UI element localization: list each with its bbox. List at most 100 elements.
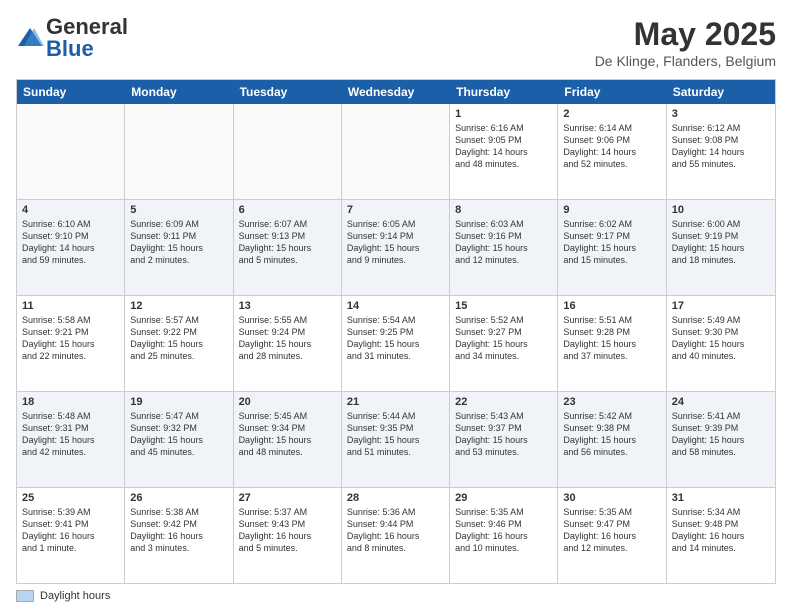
day-number: 26 — [130, 492, 227, 504]
day-cell-8: 8 Sunrise: 6:03 AM Sunset: 9:16 PM Daylig… — [450, 200, 558, 295]
day-info: Sunrise: 5:45 AM Sunset: 9:34 PM Dayligh… — [239, 410, 336, 459]
weekday-header-monday: Monday — [125, 80, 233, 104]
day-info: Sunrise: 6:10 AM Sunset: 9:10 PM Dayligh… — [22, 218, 119, 267]
day-number: 10 — [672, 204, 770, 216]
day-cell-3: 3Sunrise: 6:12 AM Sunset: 9:08 PM Daylig… — [667, 104, 775, 199]
day-cell-15: 15 Sunrise: 5:52 AM Sunset: 9:27 PM Dayli… — [450, 296, 558, 391]
day-info: Sunrise: 5:44 AM Sunset: 9:35 PM Dayligh… — [347, 410, 444, 459]
day-cell-10: 10 Sunrise: 6:00 AM Sunset: 9:19 PM Dayli… — [667, 200, 775, 295]
day-number: 18 — [22, 396, 119, 408]
day-number: 4 — [22, 204, 119, 216]
page: General Blue May 2025 De Klinge, Flander… — [0, 0, 792, 612]
day-number: 19 — [130, 396, 227, 408]
day-info: Sunrise: 5:35 AM Sunset: 9:47 PM Dayligh… — [563, 506, 660, 555]
weekday-header-friday: Friday — [558, 80, 666, 104]
day-info: Sunrise: 5:57 AM Sunset: 9:22 PM Dayligh… — [130, 314, 227, 363]
day-info: Sunrise: 5:55 AM Sunset: 9:24 PM Dayligh… — [239, 314, 336, 363]
day-cell-4: 4 Sunrise: 6:10 AM Sunset: 9:10 PM Daylig… — [17, 200, 125, 295]
day-cell-13: 13 Sunrise: 5:55 AM Sunset: 9:24 PM Dayli… — [234, 296, 342, 391]
day-number: 11 — [22, 300, 119, 312]
day-info: Sunrise: 5:48 AM Sunset: 9:31 PM Dayligh… — [22, 410, 119, 459]
header: General Blue May 2025 De Klinge, Flander… — [16, 16, 776, 69]
calendar-row-2: 4 Sunrise: 6:10 AM Sunset: 9:10 PM Daylig… — [17, 200, 775, 296]
day-number: 30 — [563, 492, 660, 504]
day-info: Sunrise: 6:07 AM Sunset: 9:13 PM Dayligh… — [239, 218, 336, 267]
day-number: 15 — [455, 300, 552, 312]
empty-cell — [234, 104, 342, 199]
day-number: 13 — [239, 300, 336, 312]
weekday-header-sunday: Sunday — [17, 80, 125, 104]
title-block: May 2025 De Klinge, Flanders, Belgium — [595, 16, 776, 69]
day-number: 25 — [22, 492, 119, 504]
day-cell-7: 7 Sunrise: 6:05 AM Sunset: 9:14 PM Daylig… — [342, 200, 450, 295]
day-cell-18: 18 Sunrise: 5:48 AM Sunset: 9:31 PM Dayli… — [17, 392, 125, 487]
legend: Daylight hours — [16, 590, 776, 602]
day-info: Sunrise: 6:16 AM Sunset: 9:05 PM Dayligh… — [455, 122, 552, 171]
day-cell-9: 9 Sunrise: 6:02 AM Sunset: 9:17 PM Daylig… — [558, 200, 666, 295]
legend-label: Daylight hours — [40, 590, 110, 602]
day-info: Sunrise: 5:36 AM Sunset: 9:44 PM Dayligh… — [347, 506, 444, 555]
day-number: 2 — [563, 108, 660, 120]
day-cell-29: 29Sunrise: 5:35 AM Sunset: 9:46 PM Dayli… — [450, 488, 558, 583]
day-cell-23: 23 Sunrise: 5:42 AM Sunset: 9:38 PM Dayli… — [558, 392, 666, 487]
day-cell-22: 22Sunrise: 5:43 AM Sunset: 9:37 PM Dayli… — [450, 392, 558, 487]
day-info: Sunrise: 5:58 AM Sunset: 9:21 PM Dayligh… — [22, 314, 119, 363]
calendar: SundayMondayTuesdayWednesdayThursdayFrid… — [16, 79, 776, 584]
day-cell-2: 2 Sunrise: 6:14 AM Sunset: 9:06 PM Daylig… — [558, 104, 666, 199]
calendar-row-3: 11 Sunrise: 5:58 AM Sunset: 9:21 PM Dayli… — [17, 296, 775, 392]
day-info: Sunrise: 6:03 AM Sunset: 9:16 PM Dayligh… — [455, 218, 552, 267]
calendar-body: 1 Sunrise: 6:16 AM Sunset: 9:05 PM Daylig… — [17, 104, 775, 583]
day-number: 28 — [347, 492, 444, 504]
day-info: Sunrise: 5:42 AM Sunset: 9:38 PM Dayligh… — [563, 410, 660, 459]
day-number: 23 — [563, 396, 660, 408]
day-info: Sunrise: 6:14 AM Sunset: 9:06 PM Dayligh… — [563, 122, 660, 171]
day-number: 31 — [672, 492, 770, 504]
day-number: 14 — [347, 300, 444, 312]
subtitle: De Klinge, Flanders, Belgium — [595, 53, 776, 69]
day-cell-31: 31 Sunrise: 5:34 AM Sunset: 9:48 PM Dayli… — [667, 488, 775, 583]
calendar-row-4: 18 Sunrise: 5:48 AM Sunset: 9:31 PM Dayli… — [17, 392, 775, 488]
day-cell-19: 19Sunrise: 5:47 AM Sunset: 9:32 PM Dayli… — [125, 392, 233, 487]
day-number: 9 — [563, 204, 660, 216]
day-number: 7 — [347, 204, 444, 216]
day-info: Sunrise: 6:02 AM Sunset: 9:17 PM Dayligh… — [563, 218, 660, 267]
day-cell-20: 20 Sunrise: 5:45 AM Sunset: 9:34 PM Dayli… — [234, 392, 342, 487]
empty-cell — [342, 104, 450, 199]
day-cell-12: 12Sunrise: 5:57 AM Sunset: 9:22 PM Dayli… — [125, 296, 233, 391]
calendar-header: SundayMondayTuesdayWednesdayThursdayFrid… — [17, 80, 775, 104]
day-info: Sunrise: 6:09 AM Sunset: 9:11 PM Dayligh… — [130, 218, 227, 267]
day-info: Sunrise: 6:05 AM Sunset: 9:14 PM Dayligh… — [347, 218, 444, 267]
day-cell-17: 17Sunrise: 5:49 AM Sunset: 9:30 PM Dayli… — [667, 296, 775, 391]
logo-blue-text: Blue — [46, 36, 94, 61]
day-number: 5 — [130, 204, 227, 216]
empty-cell — [17, 104, 125, 199]
day-cell-6: 6 Sunrise: 6:07 AM Sunset: 9:13 PM Daylig… — [234, 200, 342, 295]
day-number: 8 — [455, 204, 552, 216]
day-number: 1 — [455, 108, 552, 120]
empty-cell — [125, 104, 233, 199]
day-cell-16: 16Sunrise: 5:51 AM Sunset: 9:28 PM Dayli… — [558, 296, 666, 391]
day-number: 29 — [455, 492, 552, 504]
day-info: Sunrise: 5:34 AM Sunset: 9:48 PM Dayligh… — [672, 506, 770, 555]
day-number: 21 — [347, 396, 444, 408]
day-cell-28: 28 Sunrise: 5:36 AM Sunset: 9:44 PM Dayli… — [342, 488, 450, 583]
day-info: Sunrise: 5:38 AM Sunset: 9:42 PM Dayligh… — [130, 506, 227, 555]
day-cell-27: 27 Sunrise: 5:37 AM Sunset: 9:43 PM Dayli… — [234, 488, 342, 583]
day-info: Sunrise: 5:37 AM Sunset: 9:43 PM Dayligh… — [239, 506, 336, 555]
day-number: 6 — [239, 204, 336, 216]
legend-swatch — [16, 590, 34, 602]
day-info: Sunrise: 6:00 AM Sunset: 9:19 PM Dayligh… — [672, 218, 770, 267]
day-cell-1: 1 Sunrise: 6:16 AM Sunset: 9:05 PM Daylig… — [450, 104, 558, 199]
day-number: 16 — [563, 300, 660, 312]
day-number: 27 — [239, 492, 336, 504]
weekday-header-wednesday: Wednesday — [342, 80, 450, 104]
day-cell-11: 11 Sunrise: 5:58 AM Sunset: 9:21 PM Dayli… — [17, 296, 125, 391]
logo: General Blue — [16, 16, 128, 60]
day-number: 24 — [672, 396, 770, 408]
calendar-row-5: 25Sunrise: 5:39 AM Sunset: 9:41 PM Dayli… — [17, 488, 775, 583]
day-number: 20 — [239, 396, 336, 408]
day-cell-14: 14Sunrise: 5:54 AM Sunset: 9:25 PM Dayli… — [342, 296, 450, 391]
day-info: Sunrise: 5:43 AM Sunset: 9:37 PM Dayligh… — [455, 410, 552, 459]
day-info: Sunrise: 5:52 AM Sunset: 9:27 PM Dayligh… — [455, 314, 552, 363]
weekday-header-thursday: Thursday — [450, 80, 558, 104]
